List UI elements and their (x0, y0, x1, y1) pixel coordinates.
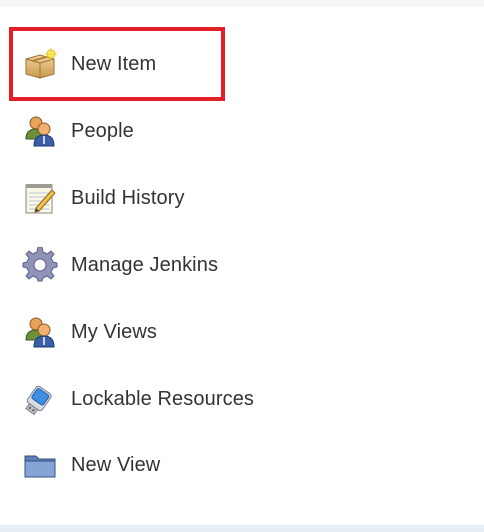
sidebar-item-label: New Item (71, 52, 157, 75)
sidebar-item-label: My Views (71, 320, 158, 343)
bottom-edge (0, 525, 484, 532)
sidebar-item-my-views[interactable]: My Views (22, 312, 157, 352)
user-group-icon (22, 113, 58, 149)
sidebar-item-manage-jenkins[interactable]: Manage Jenkins (22, 245, 218, 285)
top-edge (0, 0, 484, 7)
sidebar-item-new-view[interactable]: New View (22, 445, 160, 485)
gear-icon (22, 247, 58, 283)
sidebar-item-label: Manage Jenkins (71, 253, 219, 276)
sidebar-item-label: Build History (71, 186, 185, 209)
usb-drive-icon (22, 381, 58, 417)
sidebar-item-label: People (71, 119, 134, 142)
notepad-icon (22, 180, 58, 216)
sidebar-item-build-history[interactable]: Build History (22, 178, 185, 218)
folder-icon (22, 447, 58, 483)
sidebar-item-new-item[interactable]: New Item (22, 44, 156, 84)
sidebar-item-label: Lockable Resources (71, 387, 255, 410)
sidebar-item-people[interactable]: People (22, 111, 134, 151)
sidebar-tasks: New Item People Build History Manage Jen… (0, 7, 484, 525)
user-group-icon (22, 314, 58, 350)
sidebar-item-lockable-resources[interactable]: Lockable Resources (22, 379, 254, 419)
new-package-icon (22, 46, 58, 82)
sidebar-item-label: New View (71, 453, 161, 476)
